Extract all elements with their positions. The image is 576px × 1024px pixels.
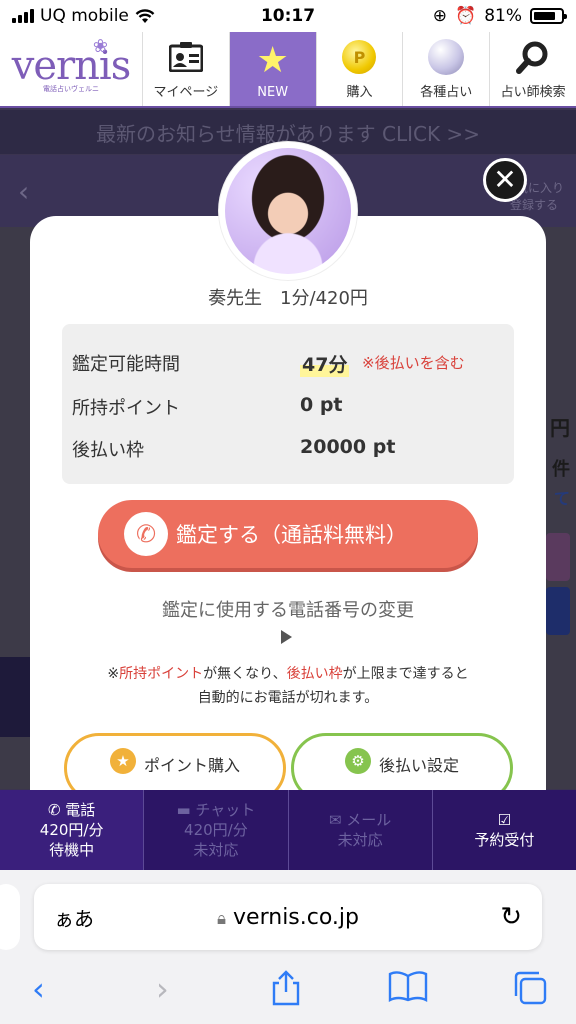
reload-icon[interactable]: ↻: [500, 902, 522, 932]
phone-icon: ✆: [124, 512, 168, 556]
start-call-button[interactable]: ✆ 鑑定する（通話料無料）: [98, 500, 478, 568]
site-header: ❀ vernis 電話占いヴェルニ マイページ ★ NEW P 購入 各種占い …: [0, 32, 576, 108]
coin-icon: P: [342, 37, 377, 77]
previous-tab-card[interactable]: [0, 884, 20, 950]
nav-label: 各種占い: [420, 85, 473, 100]
postpay-included-note: ※後払いを含む: [362, 354, 465, 372]
warn-highlight: 後払い枠: [286, 666, 343, 682]
lotus-icon: ❀: [92, 36, 108, 57]
postpay-settings-label: 後払い設定: [378, 756, 459, 775]
postpay-limit-label: 後払い枠: [72, 440, 144, 461]
logo-subtitle: 電話占いヴェルニ: [43, 85, 99, 93]
tab-price: 420円/分: [184, 821, 248, 839]
change-phone-link[interactable]: 鑑定に使用する電話番号の変更: [30, 596, 546, 622]
tab-title: チャット: [195, 801, 256, 819]
status-right: ⊕ ⏰ 81%: [432, 6, 567, 26]
gear-icon: ⚙: [344, 748, 371, 774]
available-time-label: 鑑定可能時間: [72, 354, 180, 375]
call-button-label: 鑑定する（通話料無料）: [176, 523, 407, 547]
star-icon: ★: [256, 40, 289, 81]
tab-title: 予約受付: [474, 831, 535, 849]
warn-text: ※: [107, 666, 120, 682]
info-box: 鑑定可能時間 47分 ※後払いを含む 所持ポイント 0 pt 後払い枠 2000…: [62, 324, 514, 484]
tab-reservation[interactable]: ☑ 予約受付: [431, 790, 576, 870]
contact-tabbar: ✆ 電話 420円/分 待機中 ▬ チャット 420円/分 未対応 ✉ メール …: [0, 790, 576, 870]
alarm-icon: ⏰: [455, 6, 477, 26]
nav-new[interactable]: ★ NEW: [228, 32, 316, 106]
nav-label: 占い師検索: [500, 85, 566, 100]
back-chevron-icon[interactable]: ‹: [18, 175, 29, 208]
forward-icon[interactable]: ›: [156, 970, 169, 1008]
id-card-icon: [168, 37, 203, 77]
dim-text: 円: [550, 416, 570, 440]
address-bar[interactable]: ぁあ 🔒︎ vernis.co.jp ↻: [34, 884, 542, 950]
disconnect-warning: ※所持ポイントが無くなり、後払い枠が上限まで達すると 自動的にお電話が切れます。: [30, 662, 546, 710]
dim-text: て: [553, 489, 570, 508]
phone-icon: ✆: [47, 801, 61, 819]
tab-status: 未対応: [337, 831, 383, 849]
rotation-lock-icon: ⊕: [432, 6, 448, 26]
lock-icon: 🔒︎: [216, 908, 227, 929]
expand-triangle-icon[interactable]: [281, 630, 292, 644]
dim-text: 件: [552, 459, 570, 480]
warn-text: 自動的にお電話が切れます。: [197, 690, 379, 706]
battery-percent: 81%: [484, 6, 522, 26]
checkbox-icon: ☑: [497, 811, 512, 829]
tab-title: 電話: [65, 801, 96, 819]
teacher-avatar: [219, 142, 357, 280]
nav-fortune-types[interactable]: 各種占い: [402, 32, 489, 106]
star-icon: ★: [109, 748, 136, 774]
tab-mail: ✉ メール 未対応: [287, 790, 432, 870]
search-icon: [516, 37, 550, 77]
close-button[interactable]: ✕: [483, 158, 527, 202]
warn-highlight: 所持ポイント: [119, 666, 204, 682]
status-bar: UQ mobile 10:17 ⊕ ⏰ 81%: [0, 0, 576, 32]
tab-title: メール: [346, 811, 392, 829]
url-value: vernis.co.jp: [233, 904, 359, 930]
nav-mypage[interactable]: マイページ: [142, 32, 229, 106]
teacher-name-price: 奏先生 1分/420円: [208, 288, 368, 309]
chat-icon: ▬: [176, 801, 191, 819]
tab-price: 420円/分: [39, 821, 104, 839]
site-logo[interactable]: ❀ vernis 電話占いヴェルニ: [0, 32, 142, 108]
tab-status: 未対応: [193, 841, 239, 859]
battery-icon: [530, 8, 567, 24]
bookmarks-icon[interactable]: [388, 970, 428, 1010]
share-icon[interactable]: [270, 970, 302, 1014]
points-value: 0 pt: [300, 394, 343, 416]
nav-purchase[interactable]: P 購入: [315, 32, 403, 106]
url-text: 🔒︎ vernis.co.jp: [34, 905, 542, 930]
buy-points-label: ポイント購入: [143, 756, 240, 775]
nav-label: 購入: [346, 85, 373, 100]
postpay-limit-value: 20000 pt: [300, 436, 396, 458]
close-icon: ✕: [493, 163, 517, 196]
tabs-icon[interactable]: [512, 970, 548, 1014]
back-icon[interactable]: ‹: [32, 970, 45, 1008]
tab-status: 待機中: [49, 841, 95, 859]
warn-text: が無くなり、: [203, 666, 287, 682]
points-label: 所持ポイント: [72, 398, 180, 419]
nav-label: マイページ: [153, 85, 219, 100]
nav-label: NEW: [257, 85, 289, 100]
nav-search[interactable]: 占い師検索: [489, 32, 576, 106]
browser-toolbar: ぁあ 🔒︎ vernis.co.jp ↻ ‹ ›: [0, 870, 576, 1024]
warn-text: が上限まで達すると: [342, 666, 469, 682]
available-time-value: 47分: [300, 350, 350, 377]
tab-chat: ▬ チャット 420円/分 未対応: [143, 790, 287, 870]
tab-phone[interactable]: ✆ 電話 420円/分 待機中: [0, 790, 144, 870]
mail-icon: ✉: [328, 811, 342, 829]
logo-wordmark: vernis: [11, 43, 131, 89]
crystal-ball-icon: [428, 37, 465, 77]
